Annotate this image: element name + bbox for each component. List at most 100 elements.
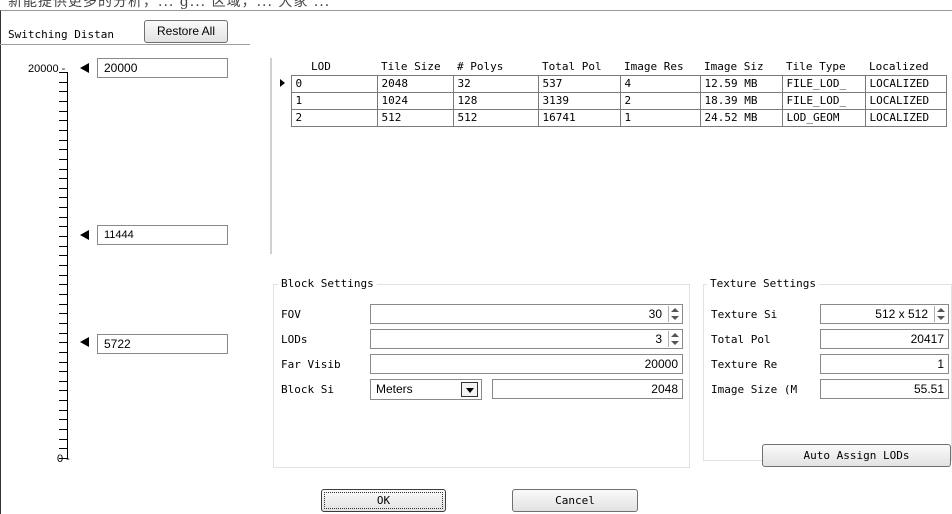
- ruler-tick: [59, 236, 67, 238]
- texture-size-label: Texture Si: [711, 308, 778, 321]
- ruler-tick: [59, 351, 67, 353]
- ruler-tick: [59, 409, 67, 411]
- cell-lod[interactable]: 2: [290, 108, 378, 127]
- total-pol-label: Total Pol: [711, 333, 771, 346]
- table-row[interactable]: 2 512 512 16741 1 24.52 MB LOD_GEOM LOCA…: [274, 108, 947, 127]
- ruler-tick: [59, 129, 67, 131]
- marker-arrow-lod1[interactable]: [80, 230, 89, 240]
- table-left-edge: [270, 58, 272, 254]
- row-header: [274, 109, 291, 126]
- cell-image-res[interactable]: 1: [619, 108, 701, 127]
- ruler-tick: [59, 91, 67, 93]
- ruler-tick: [59, 429, 67, 431]
- far-visibility-field[interactable]: 20000: [370, 354, 683, 374]
- cell-total-pol[interactable]: 537: [537, 74, 621, 93]
- ruler-tick: [59, 178, 67, 180]
- fov-spinbox[interactable]: 30: [370, 304, 683, 324]
- fov-spin-arrows-icon[interactable]: [668, 306, 681, 322]
- ruler-tick: [59, 197, 67, 199]
- chevron-down-icon[interactable]: [461, 382, 478, 397]
- ruler-tick: [59, 120, 67, 122]
- switch-distance-lod0[interactable]: 20000: [97, 58, 228, 78]
- header-divider: [0, 44, 250, 45]
- col-header-tile-size[interactable]: Tile Size: [377, 58, 453, 75]
- block-size-unit-dropdown[interactable]: Meters: [370, 379, 482, 400]
- cell-polys[interactable]: 512: [452, 108, 539, 127]
- cell-image-res[interactable]: 2: [619, 91, 701, 110]
- cell-total-pol[interactable]: 3139: [537, 91, 621, 110]
- cell-tile-size[interactable]: 1024: [376, 91, 454, 110]
- col-header-image-res[interactable]: Image Res: [620, 58, 700, 75]
- col-header-total-pol[interactable]: Total Pol: [538, 58, 620, 75]
- ruler-tick: [59, 371, 67, 373]
- table-row[interactable]: 0 2048 32 537 4 12.59 MB FILE_LOD_ LOCAL…: [274, 74, 947, 93]
- ruler-max-label: 20000 -: [28, 63, 66, 75]
- ruler-tick: [59, 187, 67, 189]
- cancel-button[interactable]: Cancel: [512, 489, 638, 512]
- distance-ruler[interactable]: [67, 72, 68, 459]
- col-header-image-size[interactable]: Image Siz: [700, 58, 782, 75]
- cell-tile-size[interactable]: 512: [376, 108, 454, 127]
- switch-distance-lod2[interactable]: 5722: [97, 334, 228, 354]
- cell-image-size[interactable]: 18.39 MB: [699, 91, 783, 110]
- cell-localized[interactable]: LOCALIZED: [864, 74, 947, 93]
- ruler-tick: [59, 400, 67, 402]
- ruler-tick: [59, 216, 67, 218]
- cell-tile-type[interactable]: FILE_LOD_: [781, 74, 866, 93]
- cell-lod[interactable]: 1: [290, 91, 378, 110]
- cell-localized[interactable]: LOCALIZED: [864, 91, 947, 110]
- cell-image-size[interactable]: 24.52 MB: [699, 108, 783, 127]
- auto-assign-lods-button[interactable]: Auto Assign LODs: [762, 444, 951, 467]
- ruler-tick: [59, 293, 67, 295]
- selected-row-indicator: [274, 75, 291, 92]
- texture-res-label: Texture Re: [711, 358, 778, 371]
- ruler-tick: [59, 207, 67, 209]
- cell-polys[interactable]: 128: [452, 91, 539, 110]
- image-size-field: 55.51: [820, 379, 949, 399]
- marker-arrow-lod2[interactable]: [80, 337, 89, 347]
- cell-lod[interactable]: 0: [290, 74, 378, 93]
- cell-tile-type[interactable]: FILE_LOD_: [781, 91, 866, 110]
- switching-distance-label: Switching Distan: [8, 28, 114, 41]
- cell-image-res[interactable]: 4: [619, 74, 701, 93]
- cell-polys[interactable]: 32: [452, 74, 539, 93]
- block-size-field[interactable]: 2048: [492, 379, 683, 399]
- col-header-lod[interactable]: LOD: [291, 58, 377, 75]
- cell-tile-size[interactable]: 2048: [376, 74, 454, 93]
- row-header-corner: [274, 58, 291, 75]
- ruler-tick: [59, 332, 67, 334]
- switch-distance-lod1[interactable]: 11444: [97, 225, 228, 245]
- texture-size-spinbox[interactable]: 512 x 512: [820, 304, 949, 324]
- ruler-tick: [59, 303, 67, 305]
- ruler-tick: [59, 380, 67, 382]
- texture-size-spin-arrows-icon[interactable]: [934, 306, 947, 322]
- col-header-localized[interactable]: Localized: [865, 58, 946, 75]
- ok-button[interactable]: OK: [321, 489, 446, 512]
- cell-localized[interactable]: LOCALIZED: [864, 108, 947, 127]
- table-header-row: LOD Tile Size # Polys Total Pol Image Re…: [274, 58, 946, 75]
- lods-label: LODs: [281, 333, 308, 346]
- lods-spinbox[interactable]: 3: [370, 329, 683, 349]
- table-row[interactable]: 1 1024 128 3139 2 18.39 MB FILE_LOD_ LOC…: [274, 91, 947, 110]
- ruler-tick: [59, 72, 67, 73]
- marker-arrow-lod0[interactable]: [80, 63, 89, 73]
- restore-all-button[interactable]: Restore All: [144, 20, 228, 43]
- ruler-tick: [59, 81, 67, 83]
- cell-tile-type[interactable]: LOD_GEOM: [781, 108, 866, 127]
- ruler-tick: [59, 390, 67, 392]
- ruler-tick: [59, 448, 67, 450]
- col-header-tile-type[interactable]: Tile Type: [782, 58, 865, 75]
- cell-image-size[interactable]: 12.59 MB: [699, 74, 783, 93]
- ruler-tick: [59, 226, 67, 228]
- texture-settings-title: Texture Settings: [707, 277, 819, 290]
- cell-total-pol[interactable]: 16741: [537, 108, 621, 127]
- ruler-tick: [59, 342, 67, 344]
- row-selector-icon: [279, 79, 285, 87]
- ruler-tick: [59, 149, 67, 151]
- ruler-tick: [59, 245, 67, 247]
- block-settings-title: Block Settings: [278, 277, 377, 290]
- col-header-polys[interactable]: # Polys: [453, 58, 538, 75]
- lods-spin-arrows-icon[interactable]: [668, 331, 681, 347]
- ruler-tick: [59, 265, 67, 266]
- ruler-tick: [59, 110, 67, 112]
